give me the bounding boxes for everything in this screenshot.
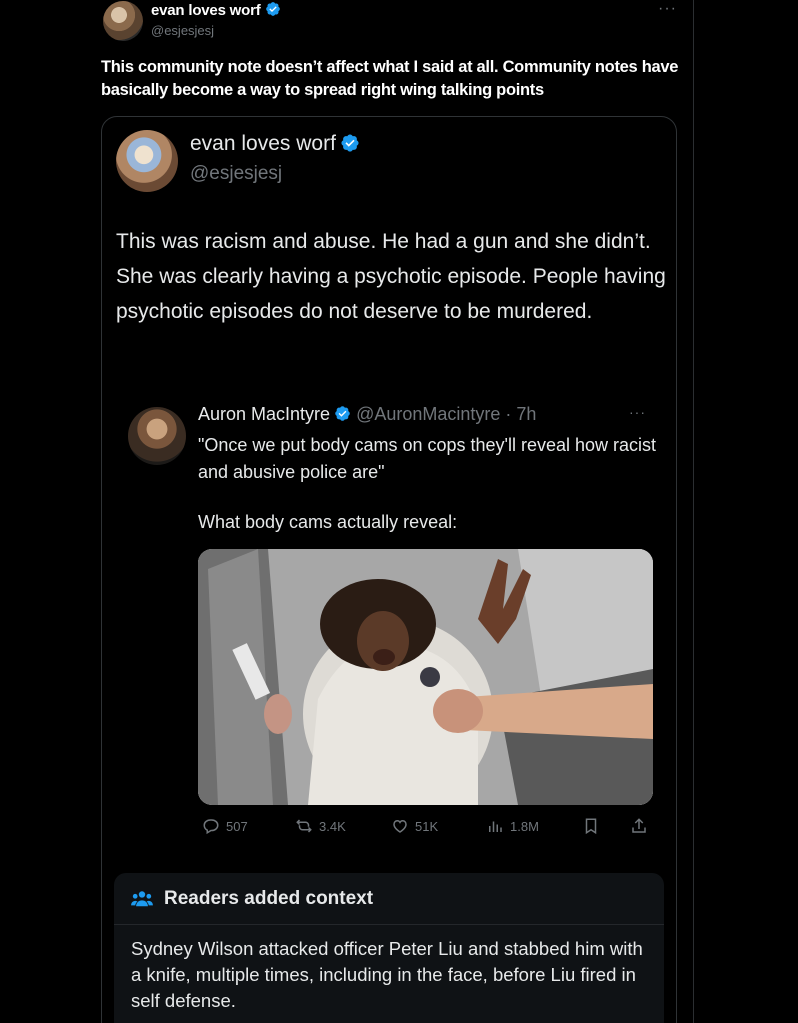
reply-icon xyxy=(203,819,219,835)
community-note-text: Sydney Wilson attacked officer Peter Liu… xyxy=(131,938,643,1011)
verified-badge-icon xyxy=(335,406,350,421)
reply-count: 507 xyxy=(226,818,248,834)
share-button[interactable] xyxy=(630,817,648,835)
nested-post-text: "Once we put body cams on cops they'll r… xyxy=(198,435,657,482)
post-actions: 507 3.4K 51K 1.8M xyxy=(198,817,658,841)
nested-avatar[interactable] xyxy=(128,407,186,465)
share-icon xyxy=(632,818,646,833)
views-count: 1.8M xyxy=(510,818,539,834)
more-icon[interactable]: ··· xyxy=(658,0,677,18)
people-icon xyxy=(131,891,153,907)
views-button[interactable]: 1.8M xyxy=(486,817,539,835)
bookmark-icon xyxy=(585,818,597,835)
like-icon xyxy=(393,819,407,833)
quoted-avatar[interactable] xyxy=(116,130,178,192)
verified-badge-icon xyxy=(265,2,280,16)
quoted-author-handle[interactable]: @esjesjesj xyxy=(190,163,282,185)
quoted-post-card[interactable]: evan loves worf @esjesjesj This was raci… xyxy=(101,116,677,1023)
community-note-header: Readers added context xyxy=(114,873,664,925)
repost-count: 3.4K xyxy=(319,818,346,834)
quoted-author-name[interactable]: evan loves worf xyxy=(190,132,360,156)
post-text: This community note doesn’t affect what … xyxy=(101,58,679,99)
like-button[interactable]: 51K xyxy=(391,817,438,835)
nested-post-header: Auron MacIntyre @AuronMacintyre · 7h xyxy=(198,404,536,425)
avatar[interactable] xyxy=(103,1,143,41)
repost-icon xyxy=(296,819,312,833)
nested-author-handle-time[interactable]: @AuronMacintyre · 7h xyxy=(356,404,536,424)
bookmark-button[interactable] xyxy=(582,817,600,835)
post-media-image[interactable] xyxy=(198,549,653,805)
nested-post-text-2: What body cams actually reveal: xyxy=(198,512,458,532)
repost-button[interactable]: 3.4K xyxy=(295,817,346,835)
author-name-text[interactable]: evan loves worf xyxy=(151,2,261,19)
nested-author-name[interactable]: Auron MacIntyre xyxy=(198,404,330,424)
quoted-post-text: This was racism and abuse. He had a gun … xyxy=(116,230,666,323)
verified-badge-icon xyxy=(341,134,359,152)
more-icon[interactable]: ··· xyxy=(629,404,646,420)
views-icon xyxy=(489,821,502,832)
reply-button[interactable]: 507 xyxy=(202,817,248,835)
author-handle[interactable]: @esjesjesj xyxy=(151,23,214,38)
community-note-title: Readers added context xyxy=(164,888,374,909)
like-count: 51K xyxy=(415,818,439,834)
community-note[interactable]: Readers added context Sydney Wilson atta… xyxy=(114,873,664,1023)
author-name[interactable]: evan loves worf xyxy=(151,1,281,19)
column-divider xyxy=(693,0,694,1023)
quoted-author-name-text[interactable]: evan loves worf xyxy=(190,132,336,155)
